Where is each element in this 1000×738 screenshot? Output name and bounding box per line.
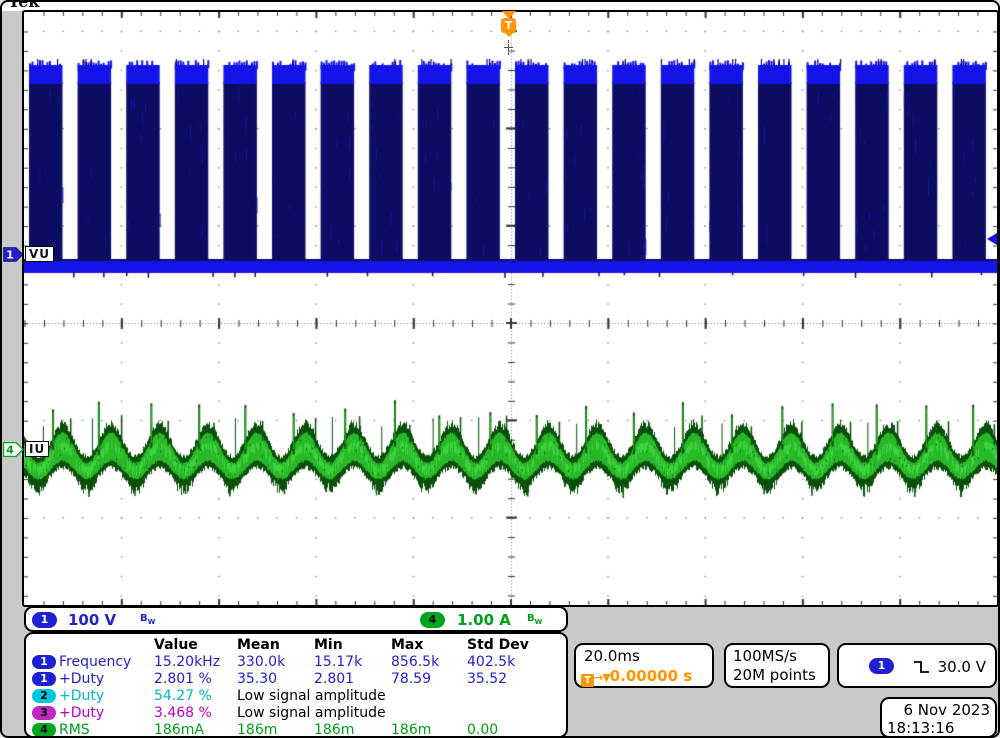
- measurement-table-header: Value Mean Min Max Std Dev: [26, 637, 566, 654]
- measurement-std: 402.5k: [467, 654, 515, 670]
- trigger-t-icon: T: [581, 674, 594, 687]
- channel-1-bandwidth-limit-icon: BW: [140, 613, 155, 626]
- measurement-row[interactable]: 2+Duty54.27 %Low signal amplitude: [26, 688, 566, 705]
- measurement-message: Low signal amplitude: [237, 688, 386, 704]
- acquisition-box[interactable]: 100MS/s 20M points: [724, 643, 830, 688]
- channel-4-badge[interactable]: 4: [420, 612, 445, 628]
- trigger-position-badge-point: [505, 33, 513, 37]
- channel-1-badge[interactable]: 1: [32, 612, 57, 628]
- measurement-std: 0.00: [467, 722, 498, 738]
- sample-rate: 100MS/s: [733, 647, 797, 665]
- measurement-mean: 186m: [237, 722, 277, 738]
- svg-text:4: 4: [6, 444, 14, 457]
- measurement-min: 2.801: [314, 671, 354, 687]
- measurement-name: +Duty: [59, 688, 104, 704]
- measurement-std: 35.52: [467, 671, 507, 687]
- measurement-min: 186m: [314, 722, 354, 738]
- measurement-row[interactable]: 4RMS186mA186m186m186m0.00: [26, 722, 566, 738]
- horizontal-settings-box[interactable]: 20.0ms T→▼0.00000 s: [574, 643, 714, 688]
- channel-4-scale: 1.00 A: [457, 611, 511, 629]
- measurement-mean: 330.0k: [237, 654, 285, 670]
- channel-4-reference-marker[interactable]: 4: [3, 442, 24, 457]
- measurement-message: Low signal amplitude: [237, 705, 386, 721]
- channel-scale-readout-bar[interactable]: 1 100 V BW 4 1.00 A BW: [24, 606, 568, 632]
- timebase-scale: 20.0ms: [584, 647, 640, 665]
- measurement-value: 54.27 %: [154, 688, 212, 704]
- datetime-box: 6 Nov 2023 18:13:16: [880, 697, 997, 738]
- measurement-value: 3.468 %: [154, 705, 212, 721]
- time-readout: 18:13:16: [887, 719, 954, 737]
- trigger-position-badge[interactable]: T: [501, 18, 516, 33]
- trigger-level-arrow-icon[interactable]: [987, 233, 997, 245]
- measurement-name: +Duty: [59, 705, 104, 721]
- svg-text:1: 1: [6, 249, 14, 262]
- measurement-value: 15.20kHz: [154, 654, 220, 670]
- trigger-level-value: 30.0 V: [938, 658, 986, 676]
- measurement-min: 15.17k: [314, 654, 362, 670]
- channel-1-scale: 100 V: [68, 611, 116, 629]
- trigger-point-cross: [504, 47, 513, 48]
- trigger-source-badge[interactable]: 1: [869, 658, 894, 674]
- trigger-arrows-icon: →▼: [594, 671, 610, 684]
- measurement-max: 856.5k: [391, 654, 439, 670]
- oscilloscope-screen: Tek T 1 VU 4 IU 1 100 V BW 4 1.00 A BW V…: [0, 0, 1000, 738]
- measurement-value: 2.801 %: [154, 671, 212, 687]
- measurement-name: +Duty: [59, 671, 104, 687]
- measurement-row[interactable]: 1+Duty2.801 %35.302.80178.5935.52: [26, 671, 566, 688]
- measurement-max: 78.59: [391, 671, 431, 687]
- measurement-value: 186mA: [154, 722, 204, 738]
- measurement-row[interactable]: 3+Duty3.468 %Low signal amplitude: [26, 705, 566, 722]
- trigger-position-value: 0.00000 s: [610, 667, 692, 685]
- waveform-plot-canvas: [24, 12, 997, 605]
- channel-1-waveform-label: VU: [25, 246, 54, 262]
- measurement-mean: 35.30: [237, 671, 277, 687]
- measurement-name: RMS: [59, 722, 90, 738]
- measurement-row[interactable]: 1Frequency15.20kHz330.0k15.17k856.5k402.…: [26, 654, 566, 671]
- trigger-settings-box[interactable]: 1 30.0 V: [837, 643, 997, 688]
- channel-4-waveform-label: IU: [25, 441, 49, 457]
- trigger-position-readout: T→▼0.00000 s: [581, 667, 692, 687]
- channel-1-reference-marker[interactable]: 1: [3, 247, 24, 262]
- waveform-display: T: [22, 10, 999, 607]
- record-length: 20M points: [733, 666, 816, 684]
- date-readout: 6 Nov 2023: [903, 701, 990, 719]
- falling-edge-icon: [913, 659, 930, 675]
- measurement-max: 186m: [391, 722, 431, 738]
- channel-4-bandwidth-limit-icon: BW: [527, 613, 542, 626]
- measurement-name: Frequency: [59, 654, 131, 670]
- measurement-table[interactable]: Value Mean Min Max Std Dev 1Frequency15.…: [24, 632, 568, 738]
